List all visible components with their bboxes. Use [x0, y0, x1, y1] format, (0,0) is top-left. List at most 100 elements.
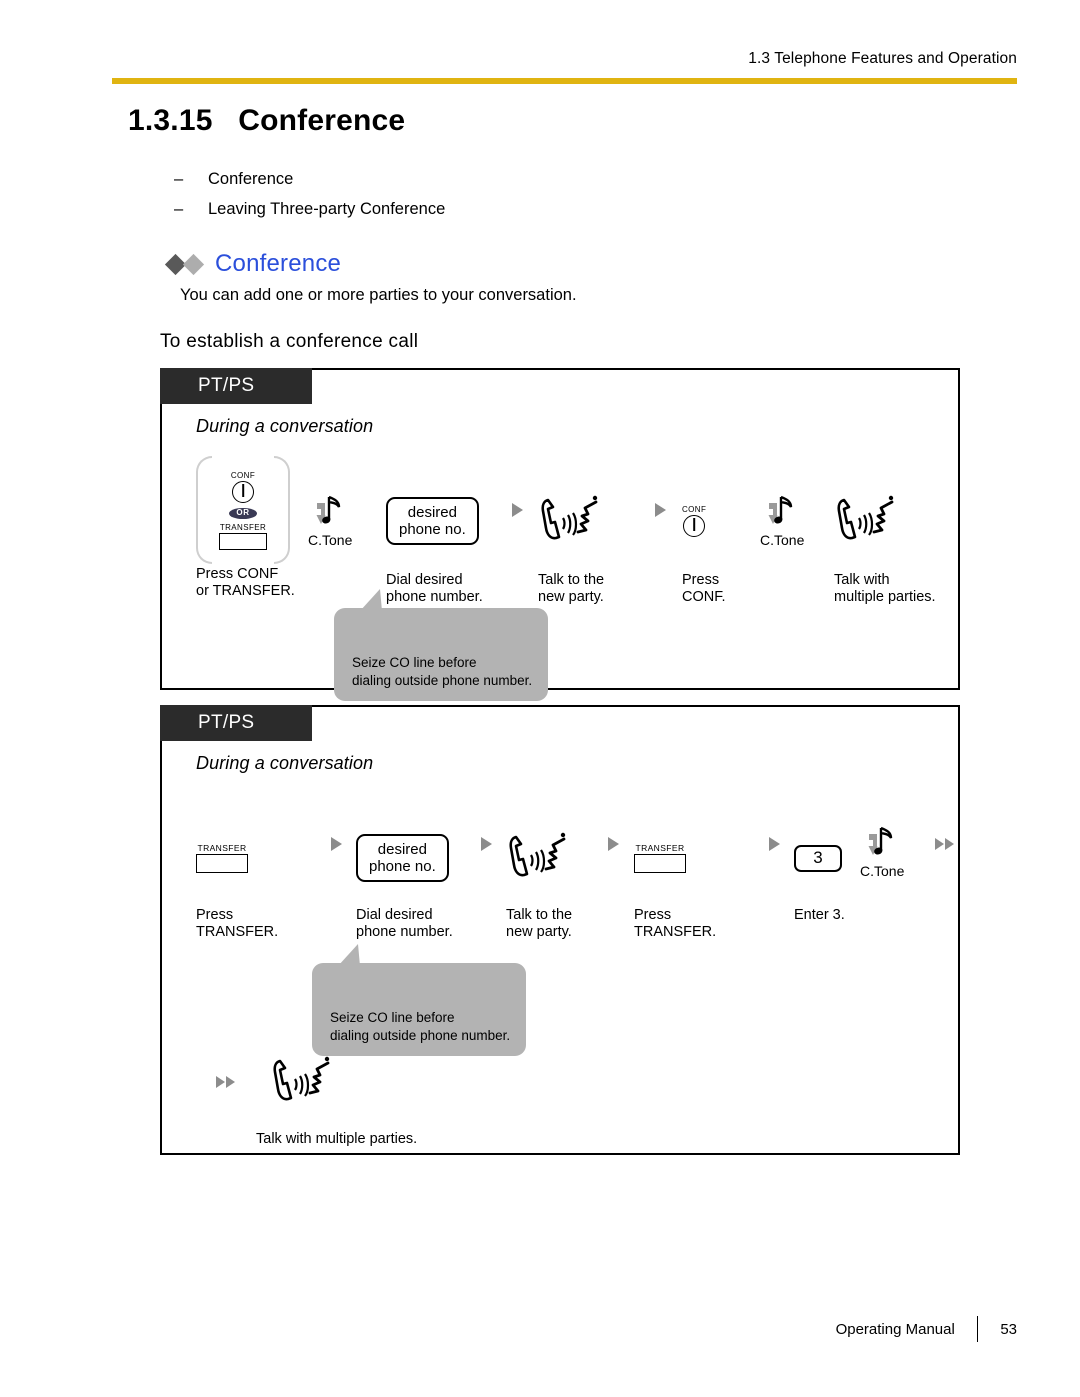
- step-confirmation-tone: C.Tone: [760, 454, 834, 566]
- conf-key-icon[interactable]: CONF: [231, 471, 255, 503]
- keypad-3-box[interactable]: 3: [794, 844, 842, 872]
- arrow-right-icon: [511, 503, 523, 517]
- music-note-icon: [316, 495, 341, 524]
- arrow-right-icon: [768, 837, 780, 851]
- bracket-left-icon: [196, 456, 212, 564]
- arrow-separator-double: [922, 801, 966, 887]
- manual-name: Operating Manual: [835, 1320, 955, 1338]
- step-dial-desired-number: desired phone no. Dial desired phone num…: [386, 454, 496, 606]
- list-item-label: Conference: [208, 170, 294, 188]
- callout-tail-icon: [338, 944, 360, 966]
- step-caption: Talk to the new party.: [538, 572, 605, 606]
- transfer-rect-button-icon[interactable]: [634, 854, 686, 873]
- talking-phone-icon: [541, 495, 598, 540]
- step-talk-multiple-parties: Talk with multiple parties.: [834, 454, 954, 606]
- dash-marker: –: [174, 200, 184, 218]
- page-header: 1.3 Telephone Features and Operation: [112, 50, 1017, 84]
- list-item: – Conference: [174, 170, 445, 189]
- callout-text: Seize CO line before dialing outside pho…: [352, 655, 533, 688]
- step-caption: Dial desired phone number.: [356, 907, 453, 941]
- page-number: 53: [1000, 1320, 1017, 1338]
- confirmation-tone-label: C.Tone: [760, 531, 805, 548]
- confirmation-tone-icon: C.Tone: [308, 495, 352, 548]
- diamond-light-icon: [182, 253, 205, 275]
- panel-subtitle: During a conversation: [196, 416, 374, 436]
- step-talk-multiple-parties: Talk with multiple parties.: [254, 1039, 494, 1148]
- step-caption: Press CONF or TRANSFER.: [196, 566, 295, 600]
- conf-or-transfer-keygroup-icon: CONF OR TRANSFER: [196, 456, 290, 564]
- arrow-separator-double: [196, 1039, 254, 1125]
- talking-phone-icon: [509, 832, 566, 877]
- conf-round-button-icon[interactable]: [231, 480, 254, 503]
- music-note-icon: [868, 826, 893, 855]
- page-footer: Operating Manual 53: [0, 1316, 1017, 1342]
- transfer-rect-button-icon[interactable]: [219, 532, 267, 550]
- step-caption: Press CONF.: [682, 572, 726, 606]
- transfer-key-icon[interactable]: TRANSFER: [634, 843, 686, 873]
- desired-phone-no-box[interactable]: desired phone no.: [386, 496, 479, 546]
- arrow-separator: [638, 454, 682, 566]
- music-note-icon: [768, 495, 793, 524]
- panel-tab-label: PT/PS: [160, 705, 312, 741]
- step-press-conf-or-transfer: CONF OR TRANSFER Press CONF or TRANSFER.: [196, 454, 308, 600]
- footer-divider: [976, 1316, 979, 1342]
- arrow-right-icon: [330, 837, 342, 851]
- callout-tail-icon: [360, 589, 382, 611]
- list-item: – Leaving Three-party Conference: [174, 200, 445, 219]
- conf-round-button-icon[interactable]: [683, 515, 706, 537]
- conf-key-label: CONF: [230, 470, 256, 480]
- transfer-key-icon[interactable]: TRANSFER: [196, 843, 248, 873]
- arrow-right-icon: [934, 838, 944, 850]
- dash-marker: –: [174, 170, 184, 188]
- procedure-panel-pt-ps-transfer: PT/PS During a conversation TRANSFER Pre…: [160, 705, 960, 1155]
- section-contents-list: – Conference – Leaving Three-party Confe…: [174, 170, 445, 230]
- step-talk-new-party: Talk to the new party.: [538, 454, 638, 606]
- transfer-key-label: TRANSFER: [219, 522, 267, 532]
- confirmation-tone-label: C.Tone: [308, 531, 353, 548]
- flow-row: CONF OR TRANSFER Press CONF or TRANSFER.: [196, 454, 954, 606]
- step-enter-3: 3 Enter 3.: [794, 801, 860, 924]
- arrow-right-icon: [480, 837, 492, 851]
- panel-tab-label: PT/PS: [160, 368, 312, 404]
- talking-phone-icon: [837, 495, 894, 540]
- transfer-key-label: TRANSFER: [197, 843, 247, 853]
- arrow-separator: [496, 454, 538, 566]
- procedure-panel-pt-ps-conf: PT/PS During a conversation CONF OR TRAN…: [160, 368, 960, 702]
- desired-phone-no-box[interactable]: desired phone no.: [356, 833, 449, 883]
- arrow-right-icon: [215, 1076, 225, 1088]
- list-item-label: Leaving Three-party Conference: [208, 200, 446, 218]
- confirmation-tone-icon: C.Tone: [760, 495, 804, 548]
- transfer-key-label: TRANSFER: [635, 843, 685, 853]
- step-dial-desired-number: desired phone no. Dial desired phone num…: [356, 801, 466, 941]
- step-talk-new-party: Talk to the new party.: [506, 801, 592, 941]
- panel-subtitle: During a conversation: [196, 753, 374, 773]
- arrow-separator: [316, 801, 356, 887]
- arrow-separator: [754, 801, 794, 887]
- step-caption: Press TRANSFER.: [196, 907, 279, 941]
- step-press-transfer: TRANSFER Press TRANSFER.: [634, 801, 754, 941]
- step-press-conf: CONF Press CONF.: [682, 454, 760, 606]
- conf-key-icon[interactable]: CONF: [682, 505, 706, 537]
- step-caption: Dial desired phone number.: [386, 572, 483, 606]
- or-badge: OR: [229, 507, 257, 519]
- transfer-rect-button-icon[interactable]: [196, 854, 248, 873]
- step-confirmation-tone: C.Tone: [860, 801, 922, 895]
- talking-phone-icon: [273, 1056, 330, 1101]
- step-press-transfer: TRANSFER Press TRANSFER.: [196, 801, 316, 941]
- feature-title: Conference: [215, 250, 342, 277]
- flow-row-continued: Talk with multiple parties.: [196, 1039, 494, 1148]
- procedure-heading: To establish a conference call: [160, 331, 419, 352]
- step-caption: Press TRANSFER.: [634, 907, 717, 941]
- arrow-right-icon: [607, 837, 619, 851]
- arrow-right-icon: [654, 503, 666, 517]
- step-caption: Talk to the new party.: [506, 907, 573, 941]
- running-head: 1.3 Telephone Features and Operation: [748, 50, 1017, 67]
- header-rule: [112, 78, 1017, 84]
- page-title: 1.3.15 Conference: [128, 104, 406, 137]
- transfer-key-icon[interactable]: TRANSFER: [219, 523, 267, 550]
- step-caption: Talk with multiple parties.: [834, 572, 936, 606]
- step-confirmation-tone: C.Tone: [308, 454, 386, 566]
- confirmation-tone-icon: C.Tone: [860, 826, 904, 879]
- step-caption: Talk with multiple parties.: [256, 1131, 418, 1147]
- feature-heading: Conference: [164, 250, 342, 278]
